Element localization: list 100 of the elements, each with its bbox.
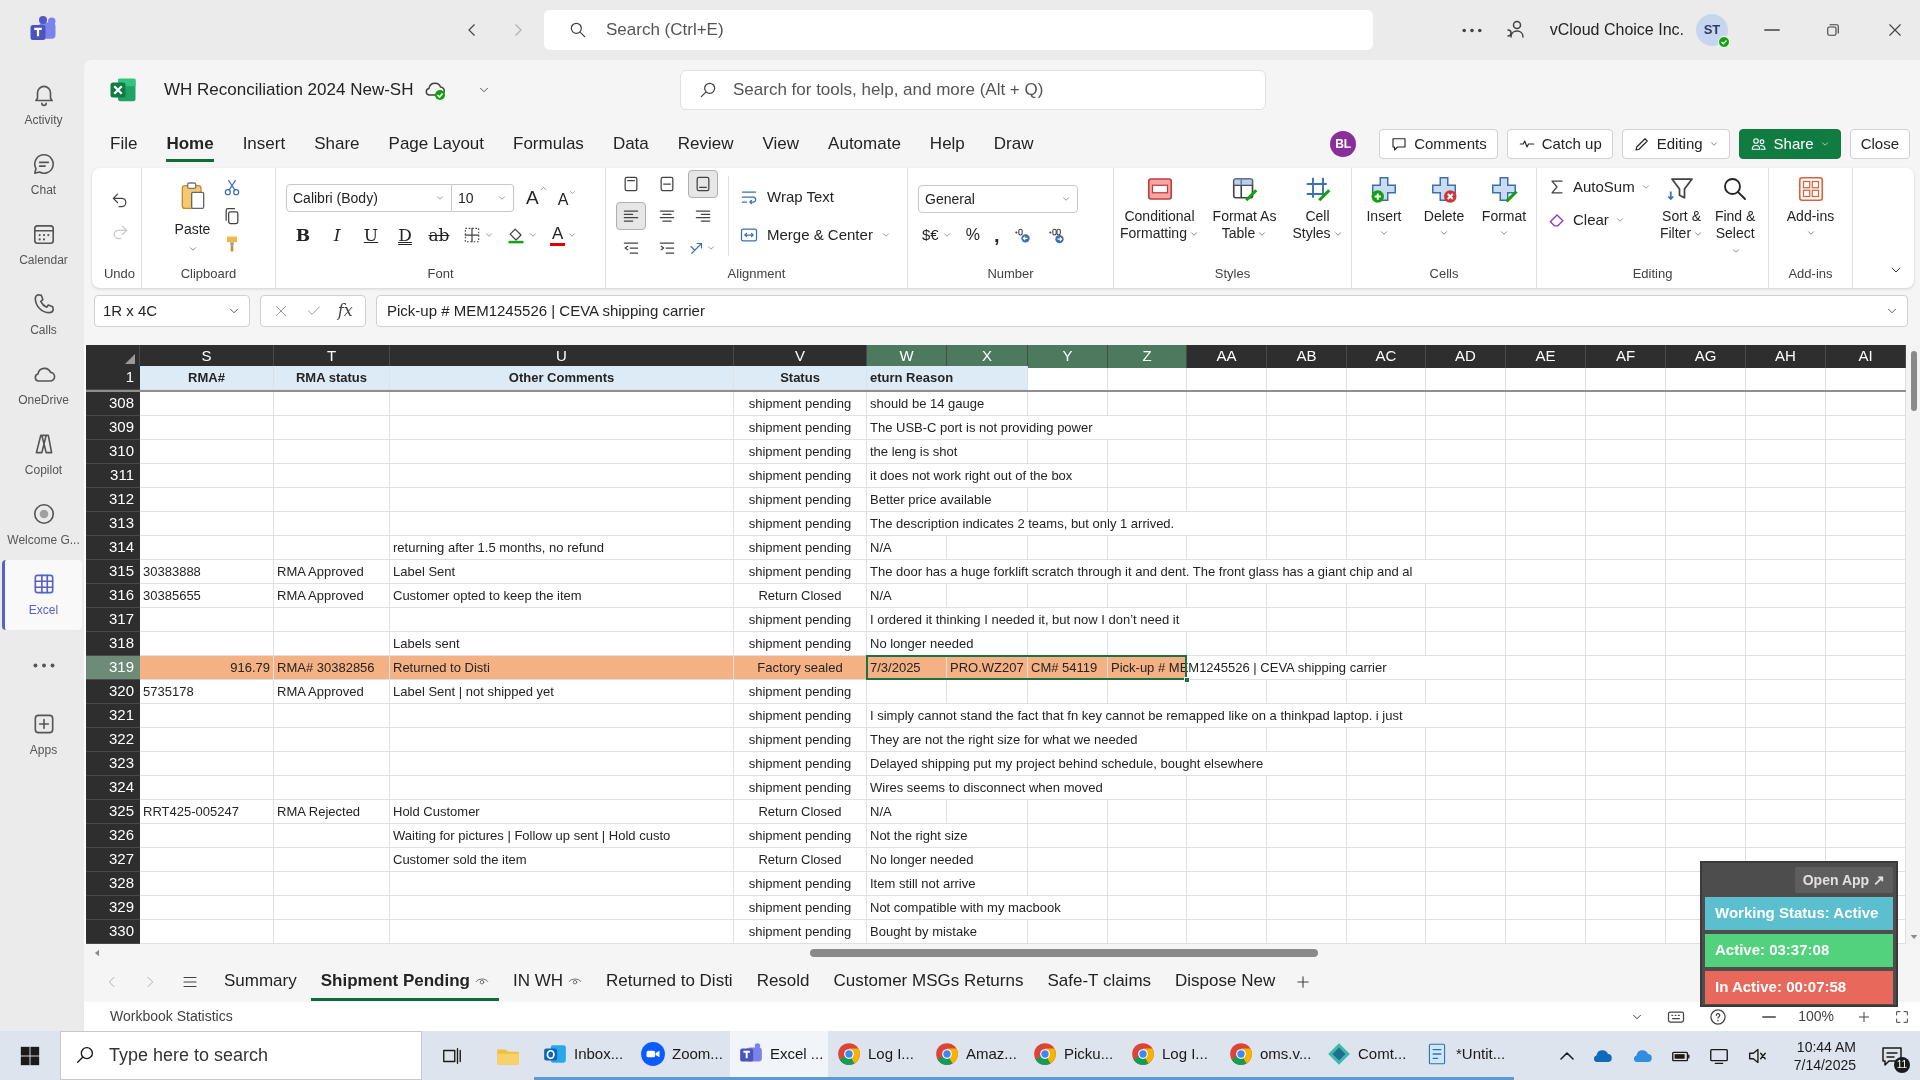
row-header[interactable]: 1: [86, 366, 140, 390]
toolbar-button[interactable]: Comments: [1379, 129, 1498, 159]
menu-tab[interactable]: Automate: [828, 126, 901, 162]
ribbon-button[interactable]: AutoSum: [1547, 176, 1651, 199]
taskbar-app[interactable]: Log I...: [828, 1031, 926, 1080]
taskbar-app[interactable]: Log I...: [1122, 1031, 1220, 1080]
merge-center-button[interactable]: Merge & Center: [739, 224, 891, 247]
menu-tab[interactable]: Home: [166, 126, 214, 162]
user-avatar[interactable]: BL: [1330, 131, 1357, 157]
row-header[interactable]: 327: [86, 848, 140, 872]
sheet-tab[interactable]: Summary: [214, 963, 307, 1001]
taskbar-search-field[interactable]: Type here to search: [60, 1031, 422, 1080]
row-header[interactable]: 323: [86, 752, 140, 776]
bold-button[interactable]: B: [292, 222, 314, 248]
insert-function-button[interactable]: fx: [337, 299, 353, 323]
strikethrough-button[interactable]: ab: [428, 222, 450, 248]
italic-button[interactable]: I: [326, 222, 348, 248]
workbook-statistics-button[interactable]: Workbook Statistics: [110, 1006, 233, 1027]
ribbon-button[interactable]: Cell Styles: [1287, 168, 1348, 242]
percent-button[interactable]: %: [965, 223, 980, 247]
row-header[interactable]: 310: [86, 440, 140, 464]
menu-tab[interactable]: Review: [677, 126, 734, 162]
menu-tab[interactable]: Data: [612, 126, 649, 162]
user-avatar[interactable]: ST: [1696, 14, 1728, 46]
taskbar-app[interactable]: oms.v...: [1220, 1031, 1318, 1080]
menu-tab[interactable]: Draw: [993, 126, 1034, 162]
row-header[interactable]: 320: [86, 680, 140, 704]
taskbar-app[interactable]: Amaz...: [926, 1031, 1024, 1080]
rail-item[interactable]: Apps: [2, 700, 82, 770]
notifications-button[interactable]: 11: [1872, 1035, 1912, 1076]
taskbar-app[interactable]: Excel ...: [730, 1031, 828, 1080]
row-header[interactable]: 312: [86, 488, 140, 512]
row-header[interactable]: 322: [86, 728, 140, 752]
paste-button[interactable]: Paste: [174, 178, 211, 254]
rail-item[interactable]: Activity: [2, 70, 82, 140]
rail-item[interactable]: OneDrive: [2, 350, 82, 420]
sheet-tab[interactable]: Resold: [746, 963, 820, 1001]
menu-tab[interactable]: Share: [314, 126, 360, 162]
column-header[interactable]: AB: [1267, 345, 1347, 368]
shrink-font-button[interactable]: A: [557, 184, 578, 212]
column-header[interactable]: W: [867, 345, 947, 368]
taskbar-app[interactable]: Comt...: [1318, 1031, 1416, 1080]
column-header[interactable]: AI: [1826, 345, 1906, 368]
menu-tab[interactable]: Help: [929, 126, 965, 162]
ribbon-button[interactable]: Format As Table: [1205, 168, 1284, 242]
row-header[interactable]: 314: [86, 536, 140, 560]
clock[interactable]: 10:44 AM 7/14/2025: [1793, 1037, 1856, 1074]
column-header[interactable]: AG: [1666, 345, 1746, 368]
rail-item[interactable]: Chat: [2, 140, 82, 210]
sheet-tab[interactable]: Returned to Disti: [596, 963, 743, 1001]
row-header[interactable]: 308: [86, 392, 140, 416]
number-format-dropdown[interactable]: General: [918, 185, 1078, 213]
sheet-tab[interactable]: Safe-T claims: [1037, 963, 1162, 1001]
row-header[interactable]: 319: [86, 656, 140, 680]
font-size-dropdown[interactable]: 10: [452, 184, 514, 213]
row-header[interactable]: 326: [86, 824, 140, 848]
ribbon-button[interactable]: Clear: [1547, 208, 1651, 231]
column-header[interactable]: AD: [1426, 345, 1506, 368]
row-header[interactable]: 329: [86, 896, 140, 920]
toolbar-button[interactable]: Share: [1738, 129, 1841, 159]
column-header[interactable]: Z: [1108, 345, 1187, 368]
rail-item[interactable]: Copilot: [2, 420, 82, 490]
close-button[interactable]: Close: [1849, 129, 1910, 159]
row-header[interactable]: 311: [86, 464, 140, 488]
toolbar-button[interactable]: Editing: [1621, 129, 1730, 159]
taskbar-app[interactable]: Picku...: [1024, 1031, 1122, 1080]
menu-tab[interactable]: View: [762, 126, 800, 162]
row-header[interactable]: 328: [86, 872, 140, 896]
row-header[interactable]: 330: [86, 920, 140, 944]
rail-item[interactable]: Calls: [2, 280, 82, 350]
font-color-button[interactable]: A: [550, 224, 578, 246]
column-header[interactable]: AC: [1347, 345, 1426, 368]
rail-item[interactable]: Excel: [2, 560, 82, 630]
column-header[interactable]: AE: [1506, 345, 1586, 368]
column-header[interactable]: Y: [1028, 345, 1108, 368]
column-header[interactable]: AF: [1586, 345, 1666, 368]
sheet-tab[interactable]: Dispose New: [1165, 963, 1286, 1001]
formula-field[interactable]: Pick-up # MEM1245526 | CEVA shipping carrier: [376, 295, 1908, 327]
toolbar-button[interactable]: Catch up: [1506, 129, 1613, 159]
name-box[interactable]: 1R x 4C: [94, 295, 250, 327]
underline-button[interactable]: U: [360, 222, 382, 248]
sheet-tab[interactable]: Customer MSGs Returns: [823, 963, 1034, 1001]
font-dropdown[interactable]: Calibri (Body): [286, 184, 452, 213]
taskbar-app[interactable]: Inbox...: [534, 1031, 632, 1080]
currency-button[interactable]: $€: [922, 223, 952, 247]
menu-tab[interactable]: Formulas: [513, 126, 584, 162]
menu-tab[interactable]: Page Layout: [388, 126, 484, 162]
ribbon-button[interactable]: Add-ins: [1775, 168, 1846, 238]
row-header[interactable]: 317: [86, 608, 140, 632]
taskbar-app[interactable]: Zoom...: [632, 1031, 730, 1080]
ribbon-button[interactable]: Insert: [1357, 168, 1411, 238]
wrap-text-button[interactable]: Wrap Text: [739, 185, 891, 208]
search-field[interactable]: Search for tools, help, and more (Alt + Q): [680, 70, 1266, 110]
ribbon-button[interactable]: Delete: [1417, 168, 1471, 238]
row-header[interactable]: 321: [86, 704, 140, 728]
row-header[interactable]: 309: [86, 416, 140, 440]
menu-tab[interactable]: File: [110, 126, 138, 162]
rail-item[interactable]: Welcome G...: [2, 490, 82, 560]
row-header[interactable]: 318: [86, 632, 140, 656]
sheet-tab[interactable]: IN WH: [502, 963, 592, 1001]
